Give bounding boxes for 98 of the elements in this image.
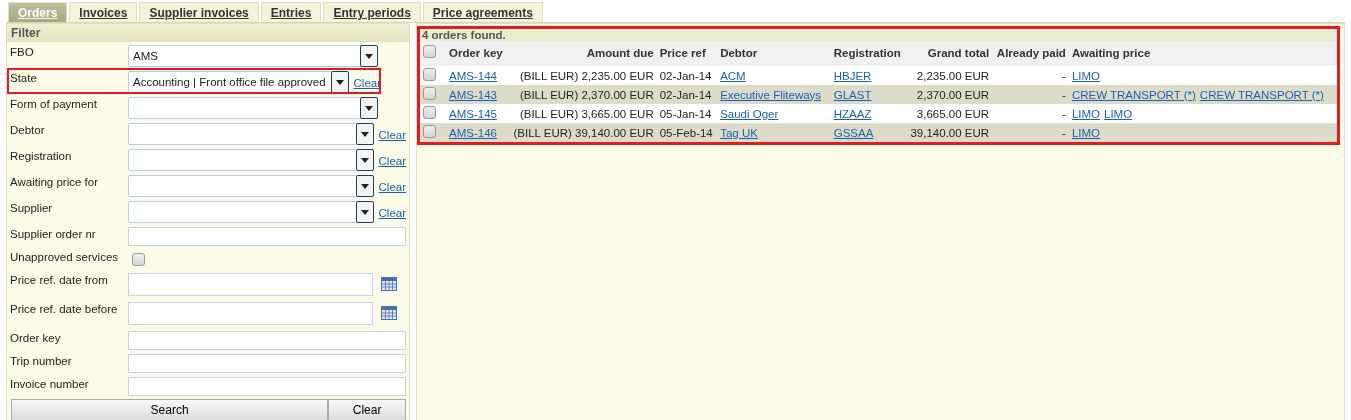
- column-header: Registration: [830, 41, 906, 66]
- tab[interactable]: Entries: [260, 2, 322, 22]
- table-link[interactable]: AMS-146: [449, 126, 497, 139]
- table-link[interactable]: GSSAA: [833, 126, 874, 139]
- panel-title: Filter: [7, 24, 409, 42]
- input-field[interactable]: [128, 377, 406, 396]
- table-cell: 3,665.00 EUR: [905, 104, 993, 123]
- clear-link[interactable]: Clear: [378, 149, 406, 167]
- table-cell: (BILL EUR) 2,370.00 EUR: [507, 85, 657, 104]
- field-label: Debtor: [10, 123, 46, 136]
- field-label: Order key: [10, 331, 62, 344]
- column-header: Awaiting price: [1068, 41, 1337, 66]
- dropdown-field[interactable]: [128, 97, 378, 119]
- field-label: Invoice number: [10, 377, 90, 390]
- table-cell: -: [992, 123, 1069, 142]
- table-cell: 2,235.00 EUR: [905, 66, 993, 85]
- table-cell: -: [992, 85, 1069, 104]
- field-label: Trip number: [10, 354, 73, 367]
- table-cell: -: [992, 66, 1069, 85]
- table-link[interactable]: GLAST: [833, 88, 872, 101]
- dropdown-field[interactable]: AMS: [128, 45, 378, 67]
- field-label: Form of payment: [10, 97, 98, 110]
- checkbox[interactable]: [423, 45, 436, 58]
- field-label: Awaiting price for: [10, 175, 99, 188]
- tab[interactable]: Supplier invoices: [139, 2, 259, 22]
- table-cell: 05-Feb-14: [656, 123, 718, 142]
- tab[interactable]: Entry periods: [323, 2, 421, 22]
- date-field[interactable]: [128, 302, 373, 325]
- caret-icon: [360, 183, 369, 189]
- field-label: State: [10, 71, 38, 84]
- date-field[interactable]: [128, 273, 373, 296]
- clear-link[interactable]: Clear: [378, 123, 406, 141]
- dropdown-field[interactable]: [128, 123, 374, 145]
- clear-link[interactable]: Clear: [353, 71, 381, 89]
- dropdown-field[interactable]: [128, 201, 374, 223]
- table-cell: (BILL EUR) 2,235.00 EUR: [507, 66, 657, 85]
- field-label: Price ref. date from: [10, 273, 109, 286]
- table-cell: (BILL EUR) 39,140.00 EUR: [507, 123, 657, 142]
- field-label: Unapproved services: [10, 250, 120, 263]
- dropdown-field[interactable]: Accounting | Front office file approved: [128, 71, 349, 93]
- input-field[interactable]: [128, 331, 406, 350]
- calendar-icon[interactable]: [381, 277, 397, 291]
- clear-button[interactable]: Clear: [328, 399, 406, 420]
- caret-icon: [335, 79, 344, 85]
- tab[interactable]: Invoices: [69, 2, 138, 22]
- column-header: Order key: [446, 41, 508, 66]
- caret-icon: [360, 131, 369, 137]
- service-link[interactable]: CREW TRANSPORT (*): [1199, 88, 1324, 101]
- caret-icon: [360, 209, 369, 215]
- table-cell: 02-Jan-14: [656, 66, 718, 85]
- checkbox[interactable]: [423, 87, 436, 100]
- caret-icon: [360, 157, 369, 163]
- table-link[interactable]: Executive Fliteways: [720, 88, 822, 101]
- results-summary: 4 orders found.: [420, 29, 1337, 41]
- dropdown-field[interactable]: [128, 175, 374, 197]
- table-link[interactable]: HBJER: [833, 69, 872, 82]
- checkbox[interactable]: [132, 253, 145, 266]
- column-header: Grand total: [905, 41, 993, 66]
- table-link[interactable]: Tag UK: [720, 126, 758, 139]
- service-link[interactable]: LIMO: [1071, 107, 1100, 120]
- service-link[interactable]: CREW TRANSPORT (*): [1071, 88, 1196, 101]
- service-link[interactable]: LIMO: [1071, 126, 1100, 139]
- input-field[interactable]: [128, 354, 406, 373]
- checkbox[interactable]: [423, 68, 436, 81]
- checkbox[interactable]: [423, 125, 436, 138]
- column-header: Debtor: [717, 41, 831, 66]
- table-link[interactable]: HZAAZ: [833, 107, 872, 120]
- table-cell: -: [992, 104, 1069, 123]
- field-label: Supplier: [10, 201, 54, 214]
- caret-icon: [365, 53, 373, 59]
- service-link[interactable]: LIMO: [1071, 69, 1100, 82]
- table-link[interactable]: Saudi Oger: [720, 107, 779, 120]
- table-cell: 39,140.00 EUR: [905, 123, 993, 142]
- dropdown-field[interactable]: [128, 149, 374, 171]
- clear-link[interactable]: Clear: [378, 201, 406, 219]
- calendar-icon[interactable]: [381, 306, 397, 320]
- column-header: Already paid: [992, 41, 1069, 66]
- table-cell: 02-Jan-14: [656, 85, 718, 104]
- table-link[interactable]: AMS-143: [449, 88, 497, 101]
- input-field[interactable]: [128, 227, 406, 246]
- clear-link[interactable]: Clear: [378, 175, 406, 193]
- table-cell: 2,370.00 EUR: [905, 85, 993, 104]
- checkbox[interactable]: [423, 106, 436, 119]
- search-button[interactable]: Search: [11, 399, 329, 420]
- service-link[interactable]: LIMO: [1104, 107, 1133, 120]
- table-cell: (BILL EUR) 3,665.00 EUR: [507, 104, 657, 123]
- field-label: Registration: [10, 149, 73, 162]
- table-cell: 05-Jan-14: [656, 104, 718, 123]
- caret-icon: [365, 105, 373, 111]
- field-label: Supplier order nr: [10, 227, 97, 240]
- table-link[interactable]: AMS-144: [449, 69, 497, 82]
- table-link[interactable]: AMS-145: [449, 107, 497, 120]
- table-link[interactable]: ACM: [720, 69, 746, 82]
- tab[interactable]: Price agreements: [422, 2, 543, 22]
- column-header: Price ref: [656, 41, 718, 66]
- field-label: FBO: [10, 45, 35, 58]
- field-label: Price ref. date before: [10, 302, 119, 315]
- column-header: Amount due: [507, 41, 657, 66]
